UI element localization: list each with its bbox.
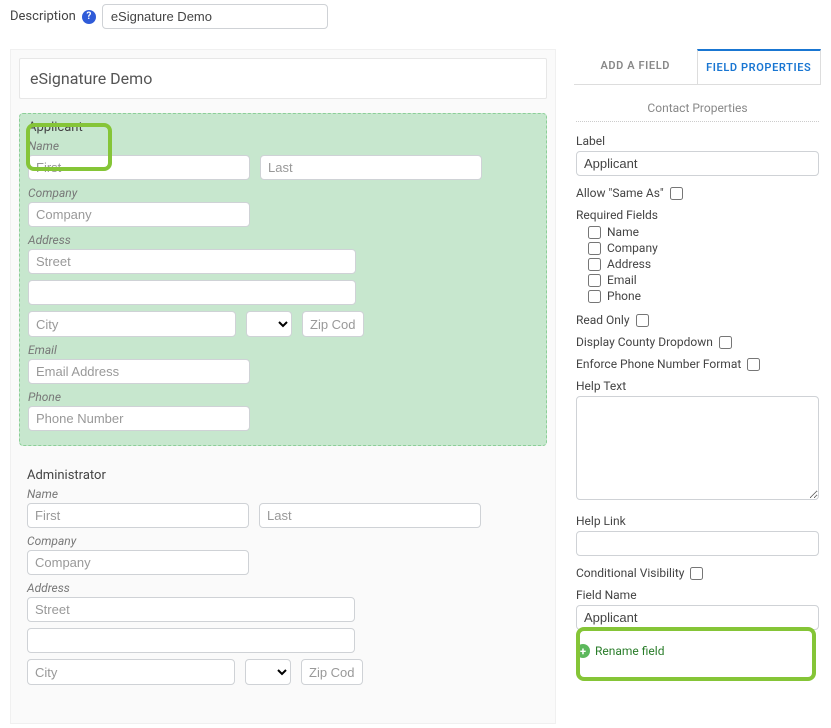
field-name-input[interactable] <box>576 605 819 630</box>
tab-field-properties[interactable]: FIELD PROPERTIES <box>697 49 822 84</box>
label-input[interactable] <box>576 151 819 176</box>
applicant-address-label: Address <box>28 233 538 247</box>
rf-email-label: Email <box>607 273 637 287</box>
applicant-phone-input[interactable] <box>28 406 250 431</box>
field-name-label: Field Name <box>576 588 819 602</box>
same-as-checkbox[interactable] <box>670 187 683 200</box>
form-title: eSignature Demo <box>19 58 547 99</box>
applicant-email-input[interactable] <box>28 359 250 384</box>
section-contact-properties: Contact Properties <box>576 95 819 122</box>
county-label: Display County Dropdown <box>576 335 713 349</box>
rf-address-label: Address <box>607 257 651 271</box>
applicant-street2-input[interactable] <box>28 280 356 305</box>
applicant-zip-input[interactable] <box>302 311 364 337</box>
rf-company-label: Company <box>607 241 658 255</box>
enforce-phone-checkbox[interactable] <box>747 358 760 371</box>
applicant-company-input[interactable] <box>28 202 250 227</box>
rf-name-label: Name <box>607 225 639 239</box>
admin-company-input[interactable] <box>27 550 249 575</box>
applicant-state-select[interactable] <box>246 311 292 337</box>
admin-name-label: Name <box>27 487 539 501</box>
enforce-phone-label: Enforce Phone Number Format <box>576 357 741 371</box>
admin-first-input[interactable] <box>27 503 249 528</box>
admin-street2-input[interactable] <box>27 628 355 653</box>
admin-zip-input[interactable] <box>301 659 363 685</box>
read-only-label: Read Only <box>576 313 630 327</box>
plus-icon: + <box>576 644 590 658</box>
tab-add-field[interactable]: ADD A FIELD <box>574 49 697 84</box>
rf-phone-label: Phone <box>607 289 641 303</box>
rf-address-checkbox[interactable] <box>588 258 601 271</box>
rename-field-link[interactable]: + Rename field <box>576 644 819 658</box>
applicant-city-input[interactable] <box>28 311 236 337</box>
same-as-label: Allow "Same As" <box>576 186 664 200</box>
read-only-checkbox[interactable] <box>636 314 649 327</box>
admin-company-label: Company <box>27 534 539 548</box>
admin-last-input[interactable] <box>259 503 481 528</box>
help-icon[interactable]: ? <box>82 10 96 24</box>
cond-vis-label: Conditional Visibility <box>576 566 684 580</box>
applicant-first-input[interactable] <box>28 155 250 180</box>
applicant-street-input[interactable] <box>28 249 356 274</box>
description-label: Description <box>10 9 76 24</box>
rf-name-checkbox[interactable] <box>588 226 601 239</box>
applicant-email-label: Email <box>28 343 538 357</box>
help-text-input[interactable] <box>576 396 819 500</box>
required-fields-label: Required Fields <box>576 208 819 222</box>
rf-phone-checkbox[interactable] <box>588 290 601 303</box>
applicant-company-label: Company <box>28 186 538 200</box>
admin-state-select[interactable] <box>245 659 291 685</box>
description-input[interactable] <box>102 4 328 29</box>
cond-vis-checkbox[interactable] <box>690 567 703 580</box>
help-text-label: Help Text <box>576 379 819 393</box>
help-link-input[interactable] <box>576 531 819 556</box>
admin-address-label: Address <box>27 581 539 595</box>
rf-email-checkbox[interactable] <box>588 274 601 287</box>
county-checkbox[interactable] <box>719 336 732 349</box>
help-link-label: Help Link <box>576 514 819 528</box>
applicant-phone-label: Phone <box>28 390 538 404</box>
applicant-name-label: Name <box>28 139 538 153</box>
administrator-block[interactable]: Administrator Name Company Address <box>19 462 547 699</box>
rf-company-checkbox[interactable] <box>588 242 601 255</box>
applicant-last-input[interactable] <box>260 155 482 180</box>
admin-street-input[interactable] <box>27 597 355 622</box>
label-label: Label <box>576 134 819 148</box>
form-canvas: eSignature Demo Applicant Name Company A… <box>10 49 556 724</box>
applicant-title: Applicant <box>28 120 538 135</box>
properties-panel: ADD A FIELD FIELD PROPERTIES Contact Pro… <box>574 49 821 724</box>
rename-field-text: Rename field <box>595 644 664 658</box>
admin-city-input[interactable] <box>27 659 235 685</box>
admin-title: Administrator <box>27 468 539 483</box>
applicant-block[interactable]: Applicant Name Company Address Email <box>19 113 547 446</box>
